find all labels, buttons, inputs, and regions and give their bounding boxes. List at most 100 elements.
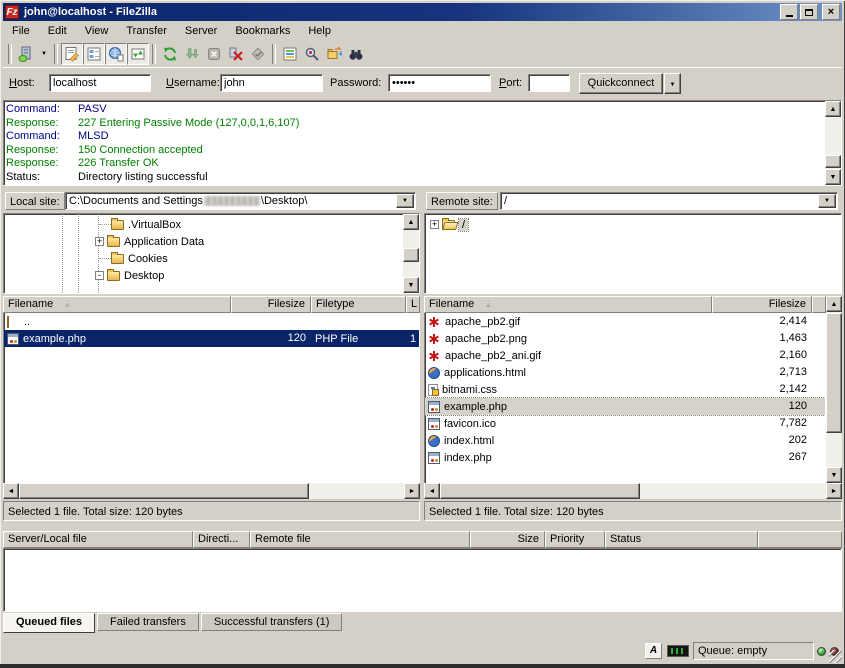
column-header-remote-file[interactable]: Remote file bbox=[250, 531, 470, 548]
remote-file-list[interactable]: apache_pb2.gif2,414 apache_pb2.png1,463 … bbox=[424, 313, 826, 483]
column-header-filesize[interactable]: Filesize bbox=[231, 296, 311, 313]
tree-item-desktop[interactable]: - Desktop bbox=[4, 267, 419, 284]
speed-indicator-icon[interactable] bbox=[667, 645, 689, 657]
password-input[interactable] bbox=[388, 74, 491, 92]
column-header-filesize[interactable]: Filesize bbox=[712, 296, 812, 313]
local-file-list[interactable]: .. example.php 120 PHP File 1 bbox=[3, 313, 420, 483]
menu-view[interactable]: View bbox=[76, 23, 118, 39]
scroll-left-button[interactable]: ◄ bbox=[424, 483, 440, 499]
scrollbar-thumb[interactable] bbox=[826, 313, 842, 433]
menu-transfer[interactable]: Transfer bbox=[117, 23, 176, 39]
scroll-up-button[interactable]: ▲ bbox=[825, 101, 841, 117]
log-scrollbar[interactable]: ▲ ▼ bbox=[825, 101, 841, 185]
tree-item-cookies[interactable]: Cookies bbox=[4, 250, 419, 267]
scroll-up-button[interactable]: ▲ bbox=[826, 296, 842, 312]
remote-horizontal-scrollbar[interactable]: ◄ ► bbox=[424, 483, 842, 499]
remote-file-row[interactable]: favicon.ico7,782 bbox=[425, 415, 825, 432]
column-header-status[interactable]: Status bbox=[605, 531, 758, 548]
local-path-combobox[interactable]: C:\Documents and Settings\Desktop\ ▼ bbox=[65, 192, 416, 210]
column-header-server-local-file[interactable]: Server/Local file bbox=[3, 531, 193, 548]
tree-item-label: .VirtualBox bbox=[128, 219, 181, 231]
disconnect-button[interactable] bbox=[225, 43, 247, 65]
column-header-lastmodified[interactable]: L bbox=[406, 296, 420, 313]
scrollbar-thumb[interactable] bbox=[403, 248, 419, 262]
remote-file-row[interactable]: apache_pb2_ani.gif2,160 bbox=[425, 347, 825, 364]
abort-button[interactable] bbox=[247, 43, 269, 65]
quickconnect-button[interactable]: Quickconnect bbox=[579, 73, 663, 94]
scroll-right-button[interactable]: ► bbox=[404, 483, 420, 499]
column-header-direction[interactable]: Directi... bbox=[193, 531, 250, 548]
scroll-down-button[interactable]: ▼ bbox=[403, 277, 419, 293]
tab-failed-transfers[interactable]: Failed transfers bbox=[97, 613, 199, 631]
menu-server[interactable]: Server bbox=[176, 23, 226, 39]
chevron-down-icon[interactable]: ▼ bbox=[818, 194, 836, 208]
filter-button[interactable] bbox=[279, 43, 301, 65]
collapse-icon[interactable]: - bbox=[95, 271, 104, 280]
remote-file-row-selected[interactable]: example.php120 bbox=[425, 398, 825, 415]
scroll-down-button[interactable]: ▼ bbox=[826, 467, 842, 483]
tab-queued-files[interactable]: Queued files bbox=[3, 613, 95, 633]
host-input[interactable] bbox=[49, 74, 151, 92]
scroll-left-button[interactable]: ◄ bbox=[3, 483, 19, 499]
remote-directory-tree[interactable]: + / bbox=[424, 213, 842, 294]
expand-icon[interactable]: + bbox=[430, 220, 439, 229]
ascii-datatype-icon[interactable]: A bbox=[645, 643, 662, 659]
remote-file-row[interactable]: index.php267 bbox=[425, 449, 825, 466]
remote-list-scrollbar[interactable]: ▲ ▼ bbox=[826, 296, 842, 483]
tab-successful-transfers[interactable]: Successful transfers (1) bbox=[201, 613, 343, 631]
remote-file-row[interactable]: apache_pb2.gif2,414 bbox=[425, 313, 825, 330]
remote-file-row[interactable]: applications.html2,713 bbox=[425, 364, 825, 381]
local-horizontal-scrollbar[interactable]: ◄ ► bbox=[3, 483, 420, 499]
maximize-button[interactable] bbox=[800, 4, 818, 20]
refresh-button[interactable] bbox=[159, 43, 181, 65]
tree-item-application-data[interactable]: + Application Data bbox=[4, 233, 419, 250]
port-input[interactable] bbox=[528, 74, 570, 92]
remote-path-combobox[interactable]: / ▼ bbox=[500, 192, 838, 210]
chevron-down-icon[interactable]: ▼ bbox=[396, 194, 414, 208]
column-header-size[interactable]: Size bbox=[470, 531, 545, 548]
column-header-filename[interactable]: Filename▲ bbox=[3, 296, 231, 313]
directory-comparison-button[interactable] bbox=[301, 43, 323, 65]
cancel-operation-button[interactable] bbox=[203, 43, 225, 65]
local-directory-tree[interactable]: .VirtualBox + Application Data Cookies - bbox=[3, 213, 420, 294]
scroll-up-button[interactable]: ▲ bbox=[403, 214, 419, 230]
scroll-right-button[interactable]: ► bbox=[826, 483, 842, 499]
username-input[interactable] bbox=[220, 74, 323, 92]
menu-bookmarks[interactable]: Bookmarks bbox=[226, 23, 299, 39]
column-header-filename[interactable]: Filename▲ bbox=[424, 296, 712, 313]
menu-edit[interactable]: Edit bbox=[39, 23, 76, 39]
expand-icon[interactable]: + bbox=[95, 237, 104, 246]
menu-help[interactable]: Help bbox=[299, 23, 340, 39]
resize-grip[interactable] bbox=[829, 650, 842, 663]
scrollbar-thumb[interactable] bbox=[440, 483, 640, 499]
menu-file[interactable]: File bbox=[3, 23, 39, 39]
toggle-queue-button[interactable] bbox=[127, 43, 149, 65]
column-header-priority[interactable]: Priority bbox=[545, 531, 605, 548]
remote-file-row[interactable]: index.html202 bbox=[425, 432, 825, 449]
close-button[interactable]: × bbox=[822, 4, 840, 20]
column-header-filetype[interactable]: Filetype bbox=[311, 296, 406, 313]
site-manager-button[interactable] bbox=[15, 43, 37, 65]
title-bar[interactable]: Fz john@localhost - FileZilla × bbox=[3, 3, 842, 21]
local-tree-scrollbar[interactable]: ▲ ▼ bbox=[403, 214, 419, 293]
minimize-button[interactable] bbox=[780, 4, 798, 20]
tree-item-root[interactable]: + / bbox=[425, 216, 841, 233]
toggle-local-tree-button[interactable] bbox=[83, 43, 105, 65]
find-files-button[interactable] bbox=[345, 43, 367, 65]
queue-list[interactable] bbox=[3, 548, 842, 612]
quickconnect-dropdown[interactable]: ▼ bbox=[664, 73, 681, 94]
toggle-remote-tree-button[interactable] bbox=[105, 43, 127, 65]
tree-item-virtualbox[interactable]: .VirtualBox bbox=[4, 216, 419, 233]
site-manager-dropdown[interactable]: ▼ bbox=[37, 43, 51, 65]
scrollbar-thumb[interactable] bbox=[825, 155, 841, 168]
scroll-down-button[interactable]: ▼ bbox=[825, 169, 841, 185]
scrollbar-thumb[interactable] bbox=[19, 483, 309, 499]
log-label: Command: bbox=[6, 103, 78, 117]
synchronized-browsing-button[interactable] bbox=[323, 43, 345, 65]
local-file-row-selected[interactable]: example.php 120 PHP File 1 bbox=[4, 330, 419, 347]
remote-file-row[interactable]: apache_pb2.png1,463 bbox=[425, 330, 825, 347]
process-queue-button[interactable] bbox=[181, 43, 203, 65]
parent-directory-row[interactable]: .. bbox=[4, 313, 419, 330]
toggle-message-log-button[interactable] bbox=[61, 43, 83, 65]
remote-file-row[interactable]: bitnami.css2,142 bbox=[425, 381, 825, 398]
